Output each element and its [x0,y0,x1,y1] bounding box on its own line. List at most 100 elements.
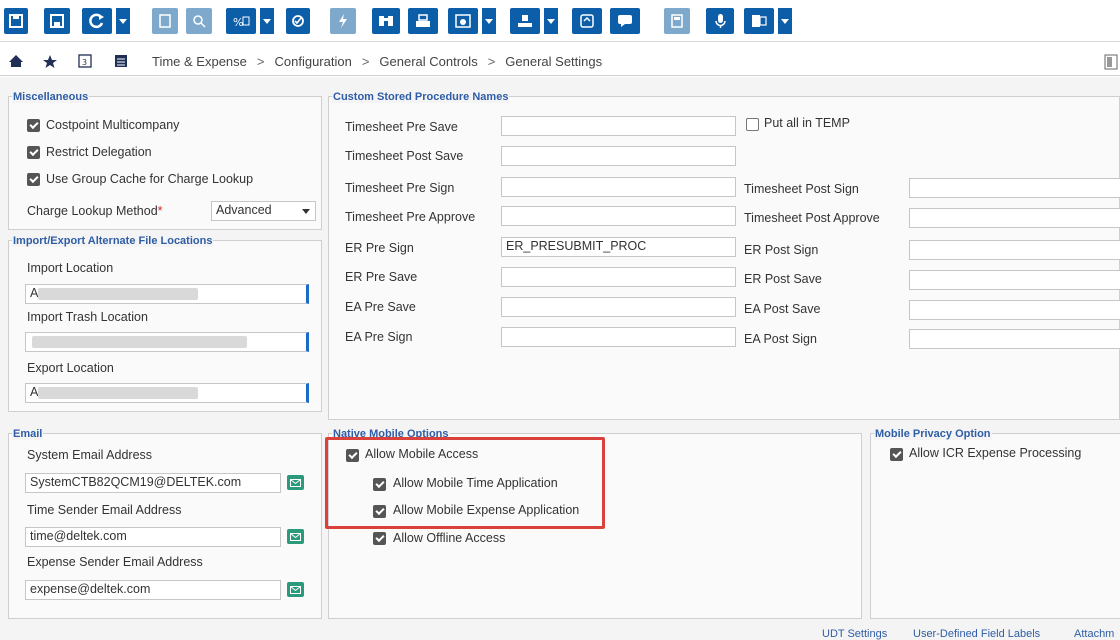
allow-icr-expense-checkbox[interactable] [890,448,903,461]
breadcrumb-item[interactable]: Time & Expense [152,54,247,69]
er-post-sign-input[interactable] [909,240,1120,260]
query-icon[interactable]: % [226,8,256,34]
search-icon [186,8,212,34]
breadcrumb-item: General Settings [505,54,603,69]
er-pre-save-label: ER Pre Save [345,270,418,284]
breadcrumb-item[interactable]: General Controls [379,54,477,69]
udt-settings-link[interactable]: UDT Settings [822,628,887,640]
main-toolbar: % [0,0,1120,42]
timesheet-pre-sign-input[interactable] [501,177,736,197]
execute-icon[interactable] [286,8,310,34]
chevron-down-icon [302,209,310,214]
allow-offline-access-checkbox[interactable] [373,532,386,545]
timesheet-pre-approve-label: Timesheet Pre Approve [345,210,476,224]
er-pre-save-input[interactable] [501,267,736,287]
er-pre-sign-input[interactable]: ER_PRESUBMIT_PROC [501,237,736,257]
excel-dropdown-icon[interactable] [778,8,792,34]
calculator-icon [664,8,690,34]
breadcrumb-item[interactable]: Configuration [275,54,352,69]
calendar-icon[interactable]: 3 [78,54,92,68]
expense-sender-email-label: Expense Sender Email Address [27,555,203,569]
import-trash-location-input[interactable] [25,332,309,352]
excel-icon[interactable] [744,8,774,34]
ea-pre-save-input[interactable] [501,297,736,317]
notes-icon[interactable] [572,8,602,34]
refresh-icon[interactable] [82,8,112,34]
table-icon[interactable] [114,54,128,68]
timesheet-pre-approve-input[interactable] [501,206,736,226]
navigation-bar: 3 Time & Expense > Configuration > General C… [0,46,1120,76]
email-icon[interactable] [287,582,304,597]
star-icon[interactable] [42,54,58,69]
lookup-icon[interactable] [372,8,400,34]
expense-sender-email-input[interactable]: expense@deltek.com [25,580,281,600]
timesheet-post-sign-label: Timesheet Post Sign [744,182,859,196]
export-location-input[interactable]: A [25,383,309,403]
export-dropdown-icon[interactable] [544,8,558,34]
export-location-label: Export Location [27,361,114,375]
ea-pre-save-label: EA Pre Save [345,300,416,314]
panel-title: Miscellaneous [12,91,90,103]
save-icon[interactable] [4,8,28,34]
time-sender-email-label: Time Sender Email Address [27,503,182,517]
timesheet-post-approve-label: Timesheet Post Approve [744,211,880,225]
ea-pre-sign-label: EA Pre Sign [345,330,413,344]
costpoint-multicompany-label: Costpoint Multicompany [46,118,180,132]
allow-icr-expense-label: Allow ICR Expense Processing [909,446,1082,460]
er-post-sign-label: ER Post Sign [744,243,819,257]
redacted-block [32,336,247,348]
lightning-icon [330,8,356,34]
ea-pre-sign-input[interactable] [501,327,736,347]
export-icon[interactable] [510,8,540,34]
use-group-cache-checkbox[interactable] [27,173,40,186]
preview-icon[interactable] [448,8,478,34]
microphone-icon[interactable] [706,8,734,34]
allow-offline-access-label: Allow Offline Access [393,531,506,545]
redacted-block [38,288,198,300]
import-location-input[interactable]: A [25,284,309,304]
panel-toggle-icon[interactable] [1104,54,1118,70]
redacted-block [38,387,198,399]
charge-lookup-method-text: Charge Lookup Method [27,204,158,218]
ea-post-save-label: EA Post Save [744,302,821,316]
costpoint-multicompany-checkbox[interactable] [27,119,40,132]
panel-title: Mobile Privacy Option [874,428,992,440]
er-post-save-input[interactable] [909,270,1120,290]
panel-title: Custom Stored Procedure Names [332,91,510,103]
timesheet-post-sign-input[interactable] [909,178,1120,198]
email-icon[interactable] [287,529,304,544]
restrict-delegation-checkbox[interactable] [27,146,40,159]
email-icon[interactable] [287,475,304,490]
timesheet-post-approve-input[interactable] [909,208,1120,228]
put-all-in-temp-label: Put all in TEMP [764,116,850,130]
query-dropdown-icon[interactable] [260,8,274,34]
save-close-icon[interactable] [44,8,70,34]
charge-lookup-method-select[interactable]: Advanced [211,201,316,221]
timesheet-pre-save-input[interactable] [501,116,736,136]
timesheet-post-save-label: Timesheet Post Save [345,149,464,163]
put-all-in-temp-checkbox[interactable] [746,118,759,131]
attachments-link[interactable]: Attachm [1074,628,1114,640]
system-email-input[interactable]: SystemCTB82QCM19@DELTEK.com [25,473,281,493]
timesheet-post-save-input[interactable] [501,146,736,166]
print-icon[interactable] [408,8,438,34]
charge-lookup-method-label: Charge Lookup Method* [27,204,163,218]
breadcrumb: Time & Expense > Configuration > General Con… [152,54,603,69]
highlight-box [325,437,605,529]
import-trash-location-label: Import Trash Location [27,310,148,324]
timesheet-pre-save-label: Timesheet Pre Save [345,120,458,134]
panel-title: Email [12,428,44,440]
ea-post-save-input[interactable] [909,300,1120,320]
ea-post-sign-input[interactable] [909,329,1120,349]
mobile-privacy-panel: Mobile Privacy Option [870,428,1120,619]
chat-icon[interactable] [610,8,640,34]
time-sender-email-input[interactable]: time@deltek.com [25,527,281,547]
ea-post-sign-label: EA Post Sign [744,332,817,346]
copy-icon [152,8,178,34]
refresh-dropdown-icon[interactable] [116,8,130,34]
preview-dropdown-icon[interactable] [482,8,496,34]
user-defined-field-labels-link[interactable]: User-Defined Field Labels [913,628,1040,640]
er-post-save-label: ER Post Save [744,272,822,286]
er-pre-sign-label: ER Pre Sign [345,241,414,255]
home-icon[interactable] [8,54,24,68]
